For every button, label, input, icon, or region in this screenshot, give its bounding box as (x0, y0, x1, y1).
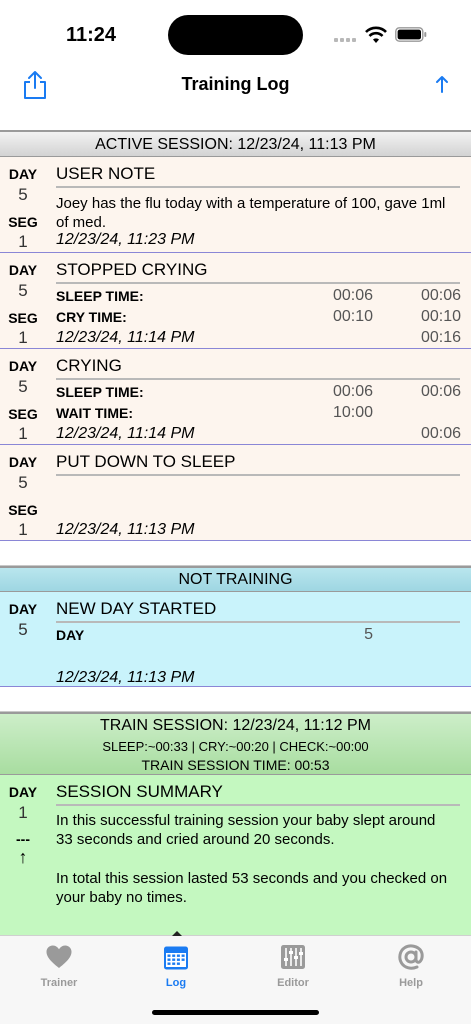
wait-time-label: WAIT TIME: (56, 405, 133, 421)
day-label: DAY (8, 262, 38, 278)
wait-time-value: 10:00 (332, 404, 373, 421)
seg-label: SEG (8, 406, 38, 422)
log-row-new-day-started[interactable]: DAY 5 NEW DAY STARTED DAY 5 12/23/24, 11… (0, 592, 471, 687)
train-session-stats: SLEEP:~00:33 | CRY:~00:20 | CHECK:~00:00 (102, 739, 369, 754)
row-timestamp: 12/23/24, 11:13 PM (56, 669, 195, 686)
cellular-signal-icon (334, 38, 358, 42)
row-title: PUT DOWN TO SLEEP (56, 452, 236, 471)
cry-time-cumulative: 00:10 (420, 308, 461, 325)
day-value: 1 (18, 803, 28, 822)
day-label: DAY (8, 166, 38, 182)
train-session-header: TRAIN SESSION: 12/23/24, 11:12 PM SLEEP:… (0, 712, 471, 775)
tab-log[interactable]: Log (136, 941, 216, 991)
row-title: NEW DAY STARTED (56, 599, 217, 618)
row-timestamp: 12/23/24, 11:14 PM (56, 425, 195, 442)
train-session-title: TRAIN SESSION: 12/23/24, 11:12 PM (100, 717, 371, 734)
arrow-up-icon[interactable] (434, 74, 450, 94)
at-icon (398, 944, 424, 970)
home-indicator[interactable] (152, 1010, 319, 1015)
collapse-arrow-icon[interactable]: ↑ (0, 847, 46, 868)
wifi-icon (365, 26, 387, 43)
cry-time-value: 00:10 (332, 308, 373, 325)
log-row-session-summary[interactable]: DAY 1 --- ↑ SESSION SUMMARY In this succ… (0, 775, 471, 935)
dashes-label: --- (16, 831, 30, 847)
day-field-label: DAY (56, 627, 85, 643)
section-spacer (0, 687, 471, 712)
navigation-bar: Training Log (0, 66, 471, 132)
seg-value: 1 (18, 328, 28, 347)
page-title: Training Log (181, 74, 290, 94)
row-divider (56, 282, 460, 284)
day-value: 5 (18, 281, 28, 300)
day-value: 5 (18, 185, 28, 204)
seg-value: 1 (18, 232, 28, 251)
row-total: 00:16 (420, 329, 461, 346)
tab-label: Editor (277, 977, 309, 989)
tab-label: Help (399, 977, 423, 989)
row-divider (56, 804, 460, 806)
status-time: 11:24 (66, 24, 117, 46)
sleep-time-label: SLEEP TIME: (56, 288, 144, 304)
row-divider (56, 474, 460, 476)
cry-time-label: CRY TIME: (56, 309, 127, 325)
summary-paragraph-2: In total this session lasted 53 seconds … (56, 870, 448, 906)
sleep-time-label: SLEEP TIME: (56, 384, 144, 400)
not-training-header: NOT TRAINING (0, 566, 471, 592)
day-label: DAY (8, 358, 38, 374)
log-list[interactable]: ACTIVE SESSION: 12/23/24, 11:13 PM DAY 5… (0, 130, 471, 935)
tab-label: Log (165, 977, 187, 989)
log-row-stopped-crying[interactable]: DAY 5 SEG 1 STOPPED CRYING SLEEP TIME: 0… (0, 253, 471, 349)
sleep-time-value: 00:06 (332, 287, 373, 304)
user-note-text: Joey has the flu today with a temperatur… (56, 195, 446, 231)
active-tab-indicator (172, 931, 182, 936)
day-label: DAY (8, 454, 38, 470)
day-value: 5 (18, 473, 28, 492)
status-bar: 11:24 (0, 0, 471, 66)
dynamic-island (168, 15, 303, 55)
row-title: CRYING (56, 356, 122, 375)
sleep-time-cumulative: 00:06 (420, 383, 461, 400)
row-timestamp: 12/23/24, 11:23 PM (56, 231, 195, 248)
row-title: USER NOTE (56, 164, 156, 183)
heart-icon (46, 945, 72, 968)
log-row-user-note[interactable]: DAY 5 SEG 1 USER NOTE Joey has the flu t… (0, 157, 471, 253)
active-session-header: ACTIVE SESSION: 12/23/24, 11:13 PM (0, 130, 471, 157)
sliders-icon (281, 945, 305, 969)
row-divider (56, 621, 460, 623)
seg-label: SEG (8, 502, 38, 518)
section-spacer (0, 541, 471, 566)
seg-value: 1 (18, 520, 28, 539)
tab-editor[interactable]: Editor (253, 941, 333, 991)
log-row-crying[interactable]: DAY 5 SEG 1 CRYING SLEEP TIME: 00:06 00:… (0, 349, 471, 445)
seg-label: SEG (8, 310, 38, 326)
sleep-time-value: 00:06 (332, 383, 373, 400)
row-divider (56, 186, 460, 188)
row-total: 00:06 (420, 425, 461, 442)
tab-label: Trainer (40, 977, 78, 989)
day-label: DAY (8, 784, 38, 800)
calendar-icon (164, 946, 188, 970)
day-field-value: 5 (364, 626, 373, 643)
sleep-time-cumulative: 00:06 (420, 287, 461, 304)
train-session-time: TRAIN SESSION TIME: 00:53 (141, 757, 330, 773)
row-timestamp: 12/23/24, 11:14 PM (56, 329, 195, 346)
row-timestamp: 12/23/24, 11:13 PM (56, 521, 195, 538)
tab-trainer[interactable]: Trainer (19, 941, 99, 991)
day-value: 5 (18, 620, 28, 639)
log-row-put-down-to-sleep[interactable]: DAY 5 SEG 1 PUT DOWN TO SLEEP 12/23/24, … (0, 445, 471, 541)
row-title: STOPPED CRYING (56, 260, 208, 279)
battery-icon (395, 27, 427, 42)
seg-value: 1 (18, 424, 28, 443)
day-value: 5 (18, 377, 28, 396)
row-divider (56, 378, 460, 380)
summary-paragraph-1: In this successful training session your… (56, 812, 436, 848)
day-label: DAY (8, 601, 38, 617)
seg-label: SEG (8, 214, 38, 230)
tab-help[interactable]: Help (371, 941, 451, 991)
row-title: SESSION SUMMARY (56, 782, 223, 801)
